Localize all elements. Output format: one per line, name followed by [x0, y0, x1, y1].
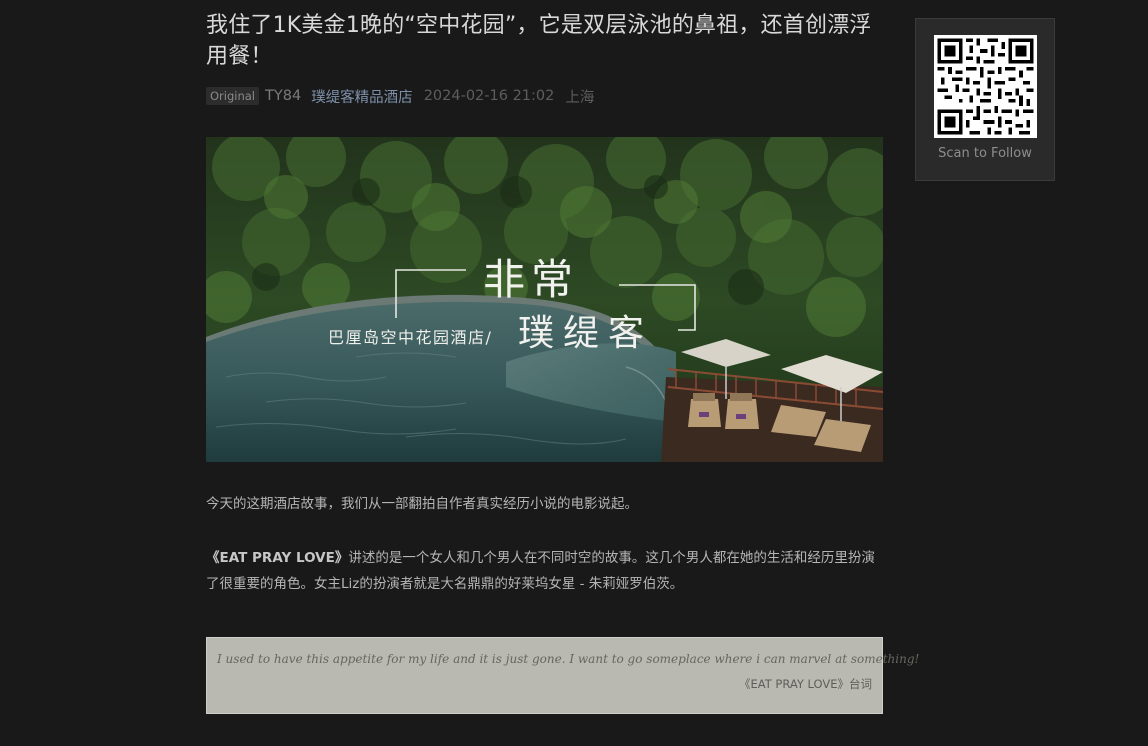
original-tag: Original	[206, 87, 260, 105]
paragraph-1: 今天的这期酒店故事，我们从一部翻拍自作者真实经历小说的电影说起。	[206, 496, 638, 512]
article: 我住了1K美金1晚的“空中花园”，它是双层泳池的鼻祖，还首创漂浮用餐！ Orig…	[206, 10, 920, 714]
paragraph-2: 《EAT PRAY LOVE》讲述的是一个女人和几个男人在不同时空的故事。这几个…	[206, 545, 883, 597]
cover-brand: 璞缇客	[518, 313, 653, 354]
quote-block: I used to have this appetite for my life…	[206, 637, 920, 714]
article-title: 我住了1K美金1晚的“空中花园”，它是双层泳池的鼻祖，还首创漂浮用餐！	[206, 13, 872, 69]
article-meta: Original TY84 璞缇客精品酒店 2024-02-16 21:02 上…	[206, 85, 883, 107]
quote-source: 《EAT PRAY LOVE》台词	[738, 677, 872, 691]
quote-text: I used to have this appetite for my life…	[217, 652, 920, 666]
author-name: TY84	[265, 88, 302, 104]
movie-title: 《EAT PRAY LOVE》	[206, 550, 349, 566]
publish-date: 2024-02-16 21:02	[423, 88, 555, 104]
qr-code-icon	[934, 35, 1037, 138]
publish-location: 上海	[565, 89, 595, 106]
scan-to-follow-label: Scan to Follow	[938, 146, 1032, 161]
cover-headline: 非常	[483, 255, 579, 304]
cover-subtitle: 巴厘岛空中花园酒店/	[328, 328, 492, 347]
account-link[interactable]: 璞缇客精品酒店	[311, 86, 413, 107]
qr-follow-box: Scan to Follow	[915, 18, 1055, 181]
cover-image: 非常 璞缇客 巴厘岛空中花园酒店/	[206, 137, 883, 462]
